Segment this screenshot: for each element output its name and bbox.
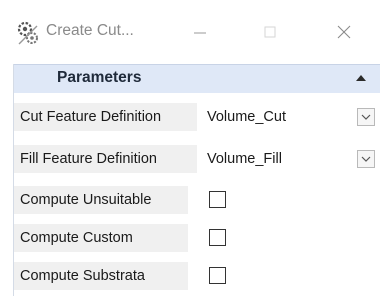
compute-substrata-checkbox[interactable] bbox=[209, 267, 226, 284]
cut-fill-gears-icon bbox=[17, 21, 38, 45]
fill-feature-dropdown-button[interactable] bbox=[357, 150, 375, 168]
window-title: Create Cut... bbox=[46, 22, 134, 39]
row-fill-feature-definition: Fill Feature Definition Volume_Fill bbox=[14, 142, 380, 176]
chevron-up-icon[interactable] bbox=[354, 71, 368, 85]
minimize-button[interactable] bbox=[180, 16, 220, 48]
compute-substrata-label: Compute Substrata bbox=[20, 268, 145, 284]
compute-unsuitable-checkbox[interactable] bbox=[209, 191, 226, 208]
compute-custom-label: Compute Custom bbox=[20, 230, 133, 246]
title-bar: Create Cut... bbox=[0, 0, 380, 64]
chevron-down-icon bbox=[361, 156, 371, 162]
maximize-button[interactable] bbox=[250, 16, 290, 48]
cut-feature-dropdown-button[interactable] bbox=[357, 108, 375, 126]
row-compute-custom: Compute Custom bbox=[14, 221, 380, 255]
row-compute-unsuitable: Compute Unsuitable bbox=[14, 183, 380, 217]
compute-custom-checkbox[interactable] bbox=[209, 229, 226, 246]
minimize-icon bbox=[194, 32, 206, 34]
maximize-icon bbox=[264, 26, 276, 38]
close-icon bbox=[337, 25, 351, 39]
row-compute-substrata: Compute Substrata bbox=[14, 259, 380, 293]
compute-unsuitable-label: Compute Unsuitable bbox=[20, 192, 152, 208]
chevron-down-icon bbox=[361, 114, 371, 120]
cut-feature-definition-label: Cut Feature Definition bbox=[20, 109, 162, 125]
cut-feature-definition-value[interactable]: Volume_Cut bbox=[207, 100, 286, 134]
parameters-section-header[interactable]: Parameters bbox=[14, 64, 380, 93]
fill-feature-definition-label: Fill Feature Definition bbox=[20, 151, 157, 167]
section-title: Parameters bbox=[57, 69, 142, 86]
close-button[interactable] bbox=[324, 16, 364, 48]
row-cut-feature-definition: Cut Feature Definition Volume_Cut bbox=[14, 100, 380, 134]
fill-feature-definition-value[interactable]: Volume_Fill bbox=[207, 142, 282, 176]
parameters-panel: Parameters Cut Feature Definition Volume… bbox=[13, 64, 380, 296]
